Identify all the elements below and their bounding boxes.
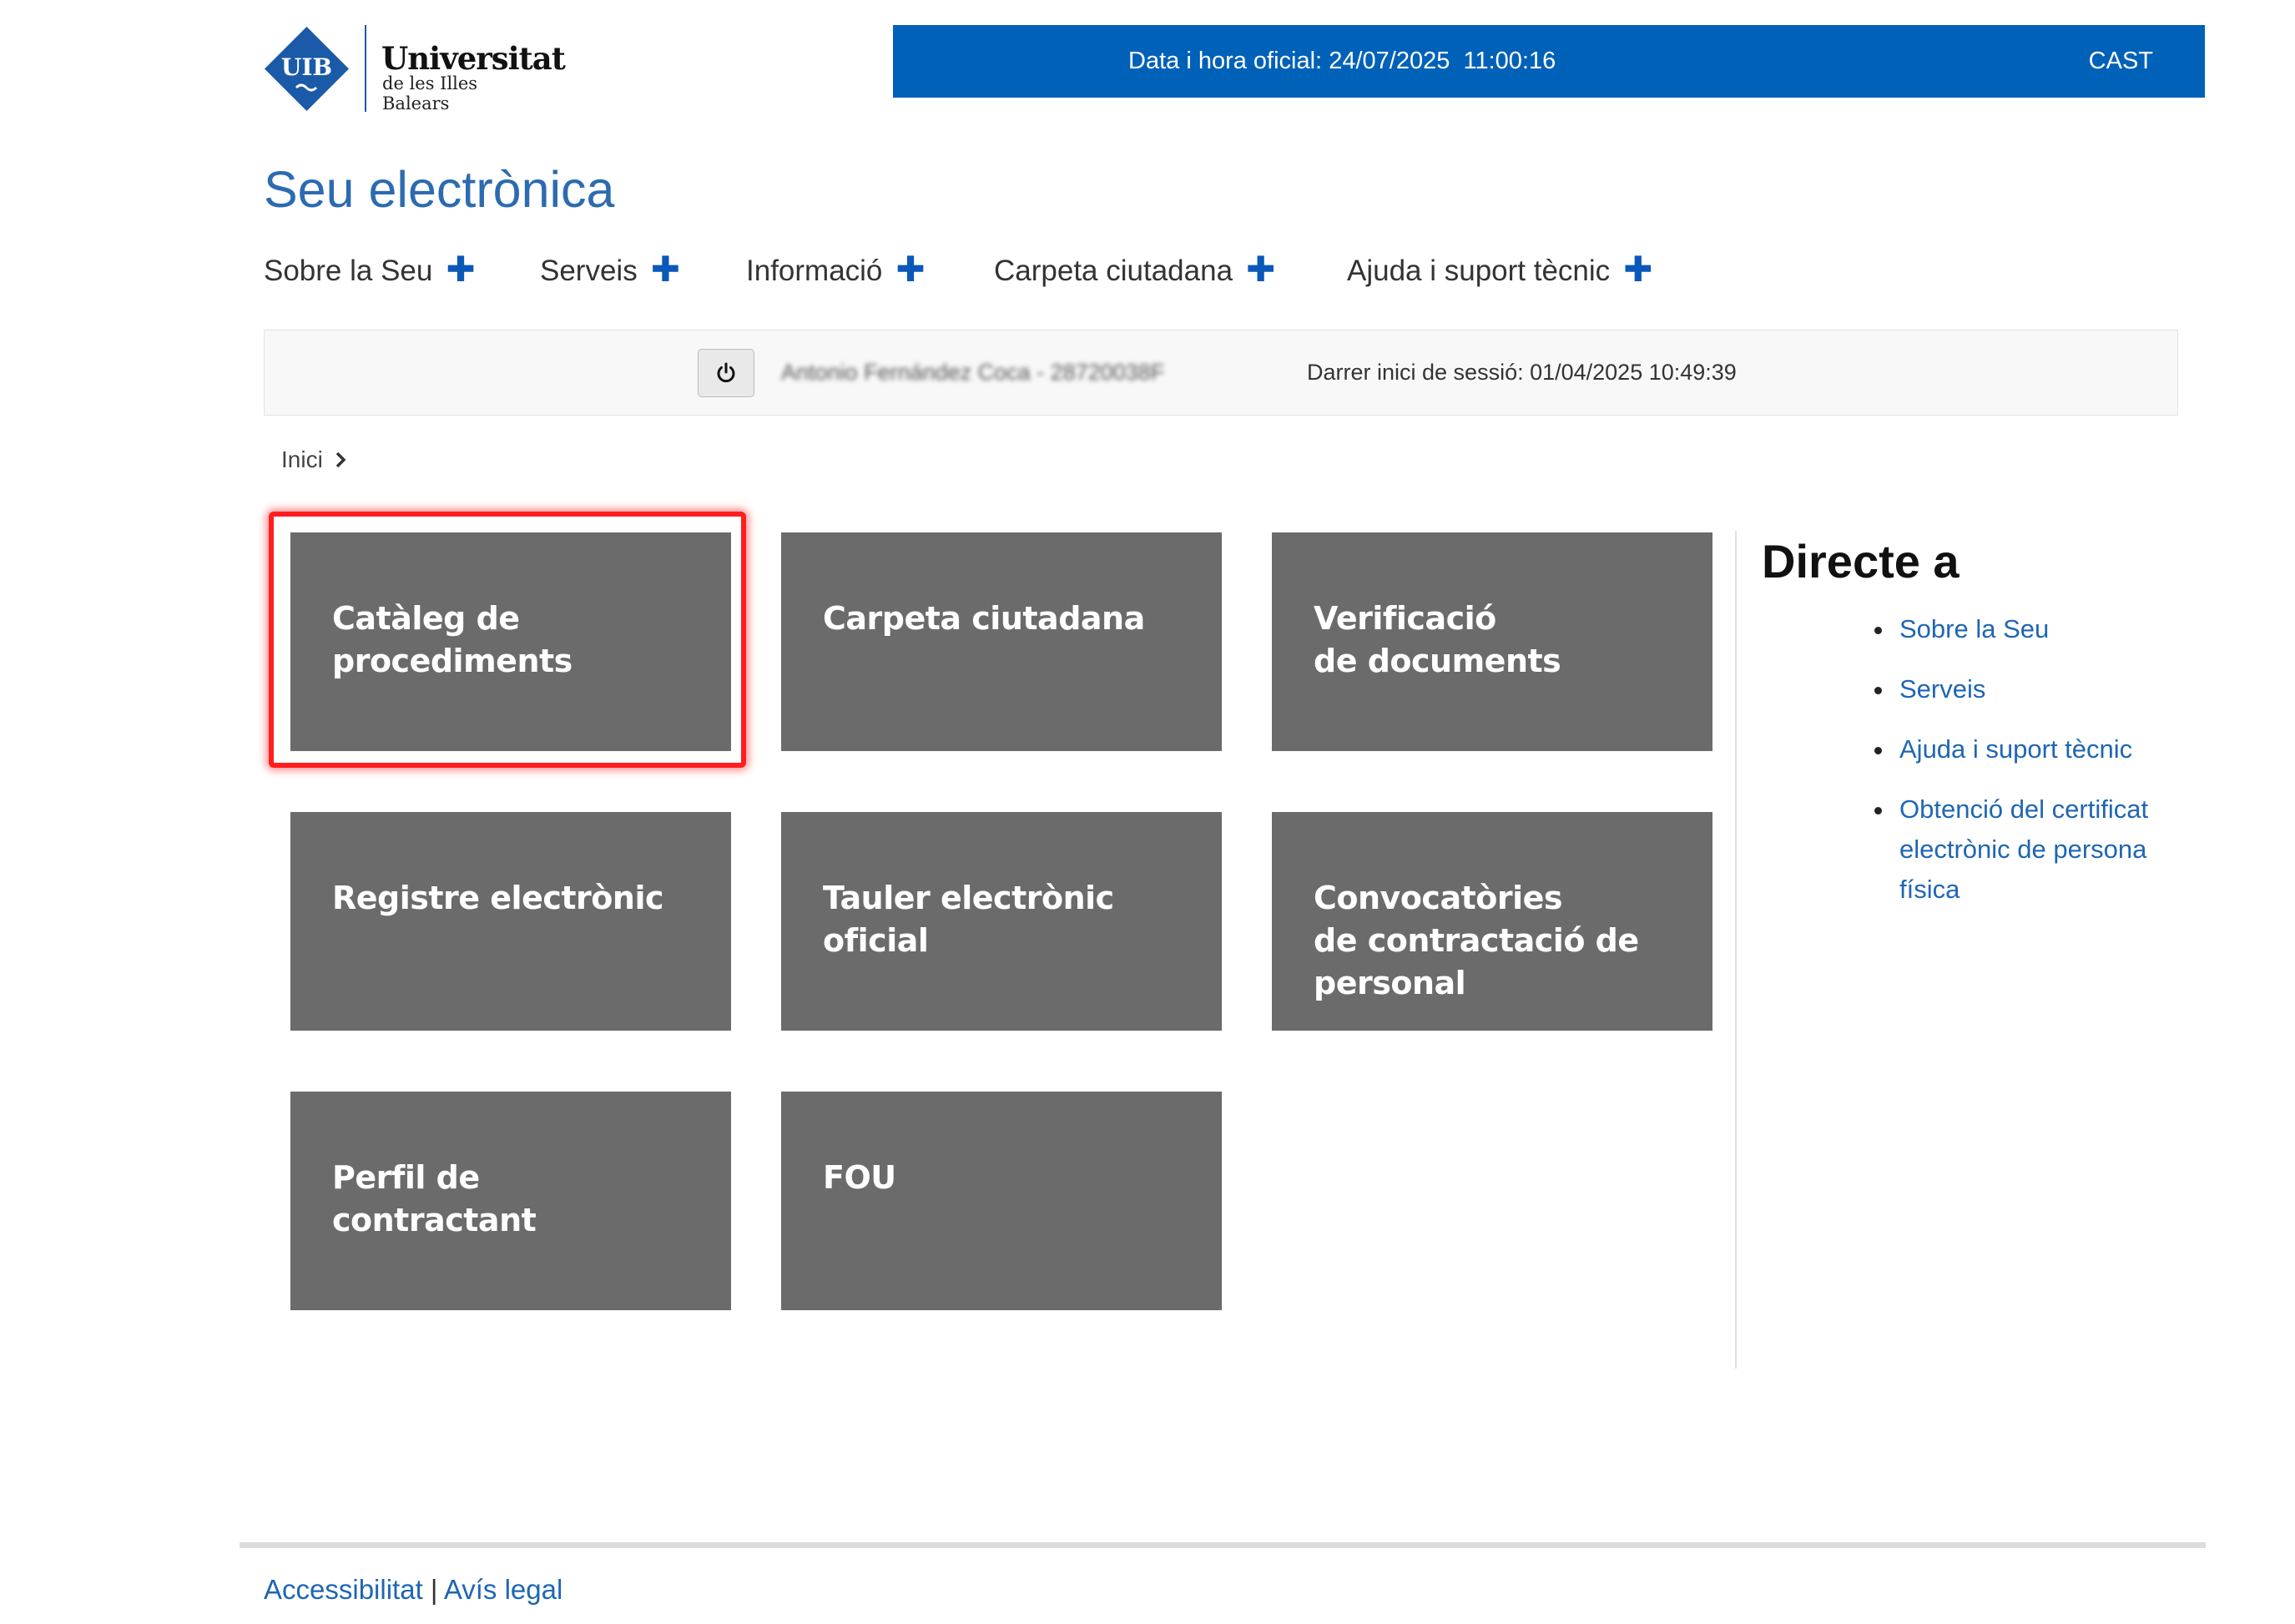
tile-perfil-contractant[interactable]: Perfil de contractant: [290, 1092, 731, 1310]
breadcrumb: Inici: [281, 446, 346, 473]
highlight-box: [269, 512, 746, 768]
page-title: Seu electrònica: [264, 161, 615, 218]
footer-separator: |: [430, 1574, 438, 1605]
plus-icon: ✚: [895, 250, 926, 289]
nav-item-sobre-la-seu[interactable]: Sobre la Seu ✚: [264, 248, 476, 289]
uib-logo[interactable]: UIB Universitat de les Illes Balears: [263, 25, 566, 113]
nav-item-serveis[interactable]: Serveis ✚: [540, 248, 680, 289]
tile-convocatories[interactable]: Convocatòries de contractació de personal: [1272, 812, 1712, 1031]
language-switch-link[interactable]: CAST: [2089, 25, 2153, 98]
official-datetime: Data i hora oficial: 24/07/2025 11:00:16: [1128, 25, 1556, 98]
nav-item-label: Sobre la Seu: [264, 255, 433, 287]
legal-notice-link[interactable]: Avís legal: [444, 1574, 562, 1605]
datetime-label: Data i hora oficial:: [1128, 48, 1323, 74]
uib-logo-icon: UIB: [265, 27, 349, 111]
logo-subtitle: de les Illes Balears: [382, 73, 478, 113]
last-login-info: Darrer inici de sessió: 01/04/2025 10:49…: [1307, 360, 1737, 385]
breadcrumb-home[interactable]: Inici: [281, 446, 323, 473]
chevron-right-icon: [335, 451, 346, 468]
nav-item-label: Carpeta ciutadana: [994, 255, 1233, 287]
tile-label: FOU: [823, 1159, 896, 1196]
plus-icon: ✚: [1623, 250, 1653, 289]
tile-label: Perfil de contractant: [332, 1159, 537, 1238]
logo-divider: [365, 25, 366, 112]
nav-item-label: Serveis: [540, 255, 638, 287]
nav-item-informacio[interactable]: Informació ✚: [746, 248, 926, 289]
tile-fou[interactable]: FOU: [781, 1092, 1222, 1310]
accessibility-link[interactable]: Accessibilitat: [264, 1574, 423, 1605]
sidebar-link-certificat[interactable]: Obtenció del certificat electrònic de pe…: [1869, 789, 2195, 910]
tile-label: personal: [1314, 965, 1466, 1001]
official-time-bar: Data i hora oficial: 24/07/2025 11:00:16…: [893, 25, 2205, 98]
tile-label: de documents: [1314, 643, 1561, 679]
session-bar: Antonio Fernández Coca - 28720038F Darre…: [264, 330, 2178, 416]
sidebar-divider: [1735, 531, 1737, 1369]
logo-name: Universitat: [381, 40, 566, 77]
tile-label: de contractació de: [1314, 922, 1639, 959]
tile-label: Carpeta ciutadana: [823, 600, 1145, 637]
sidebar-link-ajuda[interactable]: Ajuda i suport tècnic: [1869, 729, 2195, 769]
footer-divider: [240, 1542, 2206, 1548]
sidebar-title: Directe a: [1762, 535, 1960, 588]
sidebar-links: Sobre la Seu Serveis Ajuda i suport tècn…: [1869, 609, 2195, 930]
nav-item-label: Informació: [746, 255, 883, 287]
tile-carpeta-ciutadana[interactable]: Carpeta ciutadana: [781, 532, 1222, 751]
nav-item-label: Ajuda i suport tècnic: [1347, 255, 1611, 287]
plus-icon: ✚: [1246, 250, 1276, 289]
tile-label: Registre electrònic: [332, 880, 664, 916]
tile-tauler-electronic[interactable]: Tauler electrònic oficial: [781, 812, 1222, 1031]
tile-label: Tauler electrònic oficial: [823, 880, 1114, 959]
logo-abbr: UIB: [281, 53, 332, 81]
session-user: Antonio Fernández Coca - 28720038F: [781, 360, 1165, 385]
plus-icon: ✚: [650, 250, 680, 289]
tile-label: Verificació: [1314, 600, 1496, 637]
plus-icon: ✚: [446, 250, 476, 289]
nav-item-carpeta-ciutadana[interactable]: Carpeta ciutadana ✚: [994, 248, 1275, 289]
official-time: 11:00:16: [1463, 48, 1556, 74]
nav-item-ajuda[interactable]: Ajuda i suport tècnic ✚: [1347, 248, 1652, 289]
tile-label: Convocatòries: [1314, 880, 1563, 916]
tile-registre-electronic[interactable]: Registre electrònic: [290, 812, 731, 1031]
footer: Accessibilitat | Avís legal: [264, 1574, 562, 1606]
power-icon: [717, 362, 735, 383]
sidebar-link-sobre-la-seu[interactable]: Sobre la Seu: [1869, 609, 2195, 649]
official-date: 24/07/2025: [1329, 48, 1450, 74]
sidebar-link-serveis[interactable]: Serveis: [1869, 669, 2195, 709]
tile-verificacio-documents[interactable]: Verificació de documents: [1272, 532, 1712, 751]
logout-button[interactable]: [698, 349, 754, 397]
